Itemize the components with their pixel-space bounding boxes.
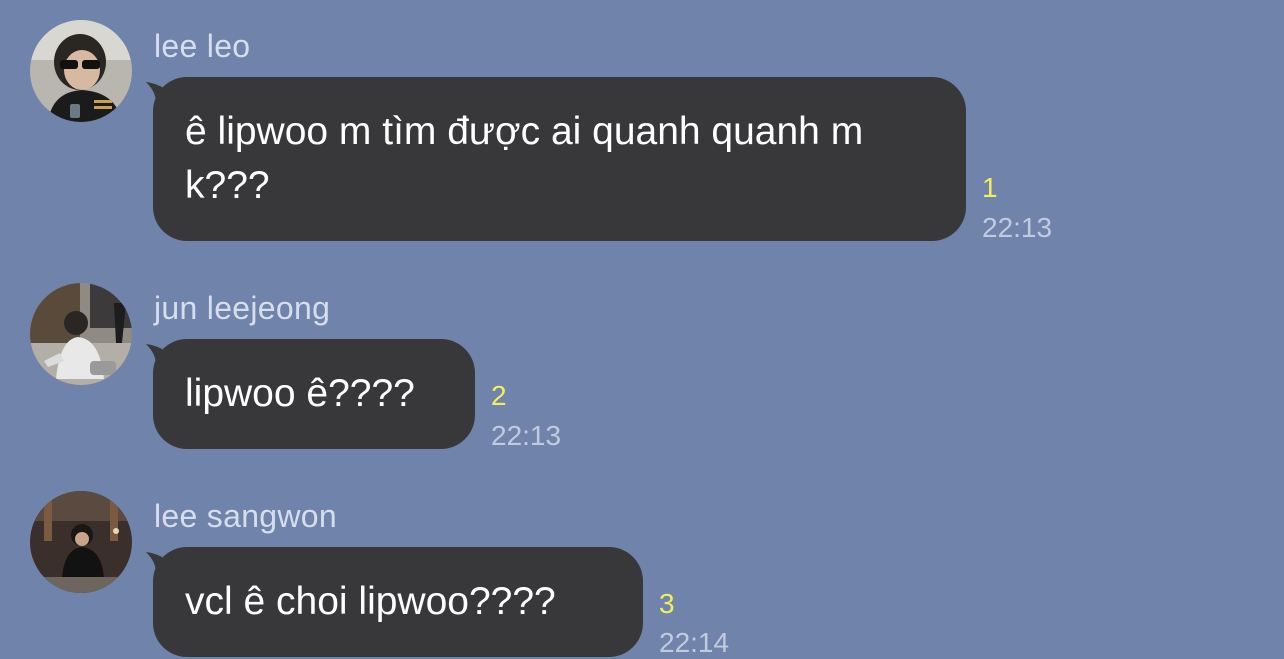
avatar[interactable]	[30, 20, 132, 122]
sender-name: jun leejeong	[154, 290, 331, 326]
sender-name: lee sangwon	[154, 498, 337, 534]
message-bubble[interactable]: vcl ê choi lipwoo????	[153, 547, 643, 657]
profile-photo-sitting-icon	[30, 283, 132, 385]
avatar[interactable]	[30, 491, 132, 593]
message-time: 22:13	[982, 212, 1053, 243]
sender-name: lee leo	[154, 28, 251, 64]
profile-photo-sunglasses-icon	[30, 20, 132, 122]
unread-count: 2	[491, 380, 507, 411]
unread-count: 3	[659, 588, 675, 619]
unread-count: 1	[982, 172, 998, 203]
message-bubble[interactable]: lipwoo ê????	[153, 339, 475, 449]
message-bubble[interactable]: ê lipwoo m tìm được ai quanh quanh m k??…	[153, 77, 966, 241]
avatar[interactable]	[30, 283, 132, 385]
message-time: 22:13	[491, 420, 562, 451]
message-time: 22:14	[659, 627, 730, 658]
profile-photo-dark-icon	[30, 491, 132, 593]
